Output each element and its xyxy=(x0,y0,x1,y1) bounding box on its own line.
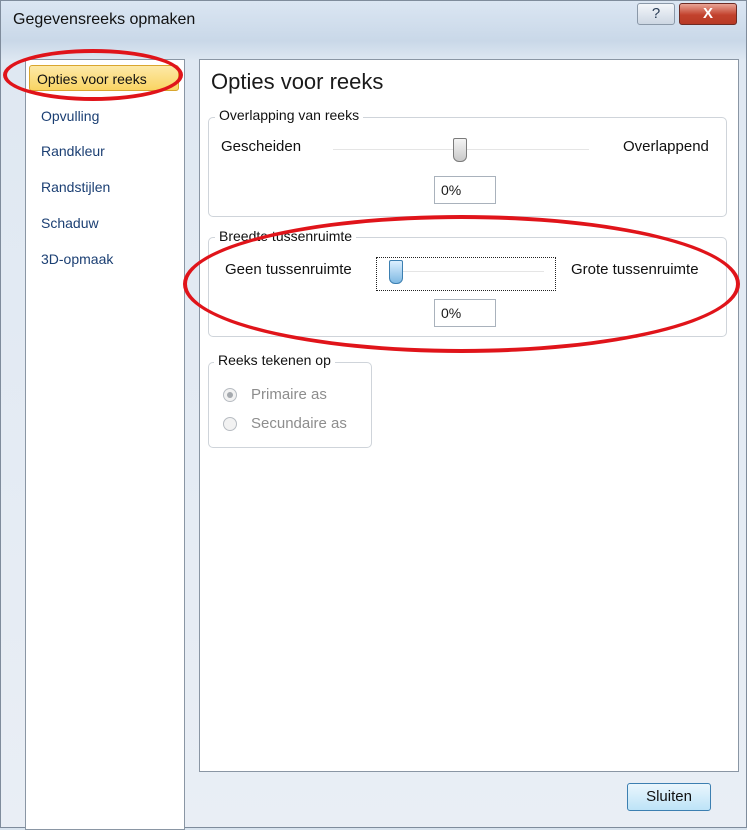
help-button[interactable]: ? xyxy=(637,3,675,25)
gap-width-group-title: Breedte tussenruimte xyxy=(215,228,357,244)
gap-slider[interactable] xyxy=(389,260,403,284)
sidebar-item-shadow[interactable]: Schaduw xyxy=(34,210,184,236)
primary-axis-label: Primaire as xyxy=(251,386,327,403)
gap-left-label: Geen tussenruimte xyxy=(225,261,352,278)
close-icon: X xyxy=(702,5,713,22)
sidebar-item-series-options[interactable]: Opties voor reeks xyxy=(29,65,179,91)
page-title: Opties voor reeks xyxy=(211,69,384,94)
sidebar-item-label: Randkleur xyxy=(41,143,105,159)
gap-value-input[interactable]: 0% xyxy=(434,299,496,327)
sidebar: Opties voor reeks Opvulling Randkleur Ra… xyxy=(25,59,185,830)
primary-axis-radio[interactable] xyxy=(223,388,237,402)
title-bar: Gegevensreeks opmaken ? X xyxy=(1,1,746,41)
gap-right-label: Grote tussenruimte xyxy=(571,261,699,278)
overlap-value-input[interactable]: 0% xyxy=(434,176,496,204)
secondary-axis-label: Secundaire as xyxy=(251,415,347,432)
secondary-axis-radio[interactable] xyxy=(223,417,237,431)
overlap-right-label: Overlappend xyxy=(623,138,709,155)
window-title: Gegevensreeks opmaken xyxy=(13,11,196,28)
overlap-left-label: Gescheiden xyxy=(221,138,302,155)
gap-slider-track xyxy=(396,271,544,272)
plot-series-on-title: Reeks tekenen op xyxy=(214,352,335,368)
plot-series-on-group xyxy=(208,362,372,448)
sidebar-item-label: Opvulling xyxy=(41,108,100,124)
sidebar-item-label: Schaduw xyxy=(41,215,99,231)
gap-slider-focus xyxy=(376,257,556,291)
overlap-slider[interactable] xyxy=(453,138,467,162)
sidebar-item-border-color[interactable]: Randkleur xyxy=(34,138,184,164)
sidebar-item-fill[interactable]: Opvulling xyxy=(34,103,184,129)
radio-selected-dot xyxy=(227,392,233,398)
sidebar-item-label: Randstijlen xyxy=(41,179,111,195)
close-button[interactable]: Sluiten xyxy=(627,783,711,811)
sidebar-item-3d-format[interactable]: 3D-opmaak xyxy=(34,246,184,272)
format-data-series-dialog: Gegevensreeks opmaken ? X Opties voor re… xyxy=(0,0,747,830)
sidebar-item-label: 3D-opmaak xyxy=(41,251,114,267)
window-close-button[interactable]: X xyxy=(679,3,737,25)
sidebar-item-label: Opties voor reeks xyxy=(37,71,147,87)
sidebar-item-border-styles[interactable]: Randstijlen xyxy=(34,174,184,200)
overlap-group-title: Overlapping van reeks xyxy=(215,107,364,123)
help-icon: ? xyxy=(651,5,661,22)
